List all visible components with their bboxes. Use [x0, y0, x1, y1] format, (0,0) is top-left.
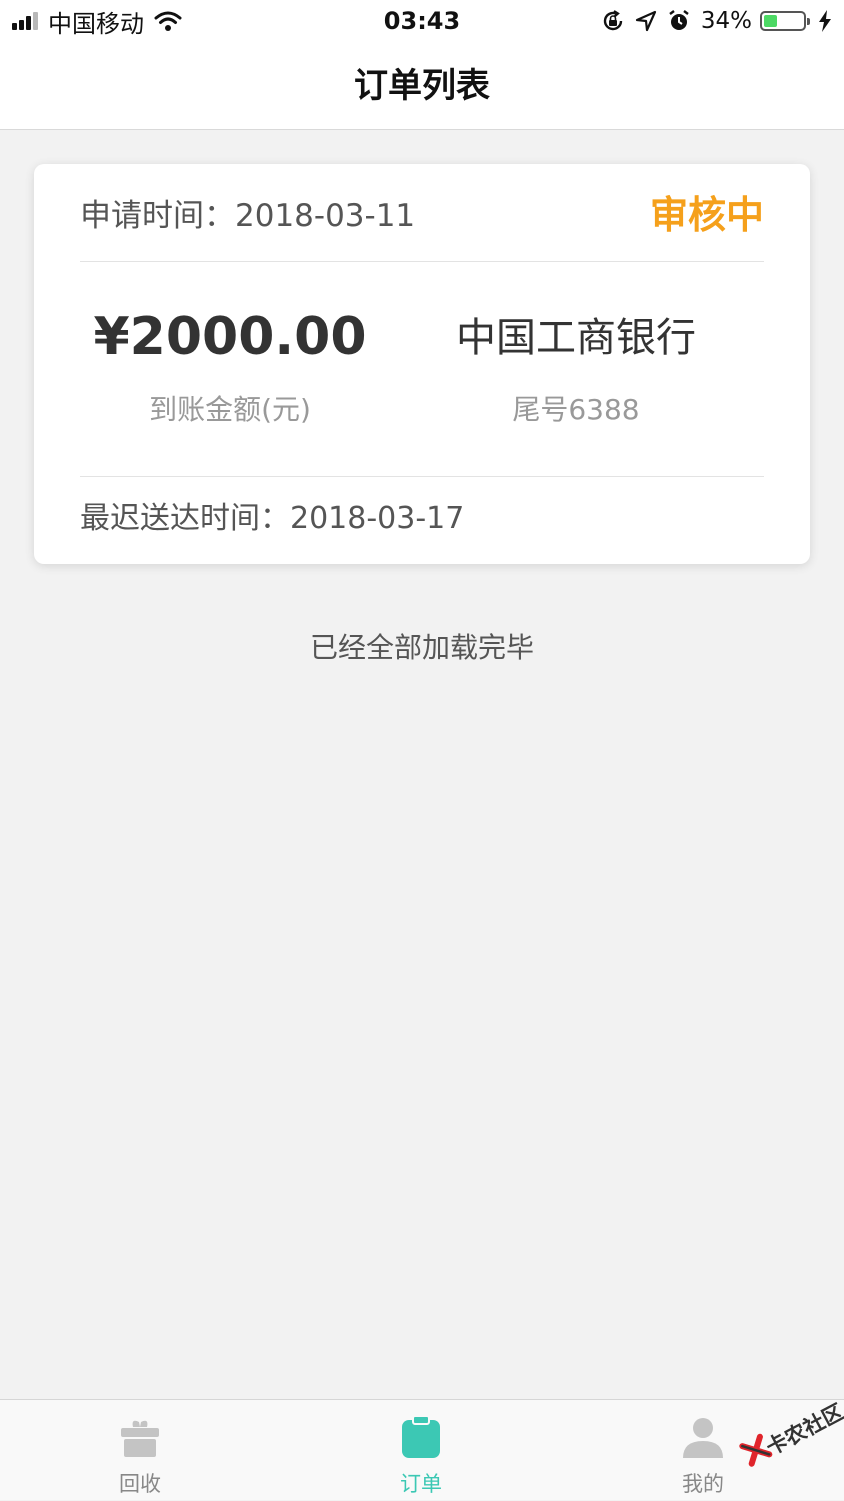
gift-box-icon — [121, 1420, 159, 1457]
tab-mine-label: 我的 — [682, 1472, 724, 1496]
deliver-time-row: 最迟送达时间：2018-03-17 — [80, 497, 464, 541]
battery-icon — [760, 11, 810, 31]
alarm-icon — [669, 10, 689, 30]
tab-orders[interactable]: 订单 — [361, 1400, 481, 1501]
tab-bar: 回收 订单 我的 — [0, 1399, 844, 1500]
clipboard-icon — [402, 1415, 440, 1458]
order-card-footer: 最迟送达时间：2018-03-17 — [80, 476, 764, 565]
charging-bolt-icon — [819, 10, 831, 32]
tab-recycle[interactable]: 回收 — [80, 1400, 200, 1501]
order-card-header: 申请时间：2018-03-11 审核中 — [80, 164, 764, 262]
bank-name: 中国工商银行 — [456, 315, 696, 361]
order-card-body: ¥2000.00 到账金额(元) 中国工商银行 尾号6388 — [34, 262, 810, 476]
page-title: 订单列表 — [354, 66, 490, 106]
location-arrow-icon — [635, 10, 656, 32]
tab-recycle-label: 回收 — [119, 1472, 161, 1496]
status-badge: 审核中 — [649, 193, 764, 237]
card-tail-number: 尾号6388 — [512, 393, 640, 426]
apply-time-row: 申请时间：2018-03-11 — [80, 194, 415, 238]
order-amount: ¥2000.00 — [93, 307, 367, 367]
deliver-time-value: 2018-03-17 — [290, 501, 465, 536]
battery-fill — [764, 15, 777, 27]
user-icon — [683, 1418, 723, 1458]
rotation-lock-icon — [603, 10, 623, 31]
tab-orders-label: 订单 — [400, 1472, 442, 1496]
status-right: 34% — [591, 6, 832, 36]
status-bar: 中国移动 03:43 34% — [0, 0, 844, 44]
apply-time-value: 2018-03-11 — [235, 198, 416, 234]
navigation-bar: 订单列表 — [0, 44, 844, 130]
order-card[interactable]: 申请时间：2018-03-11 审核中 ¥2000.00 到账金额(元) 中国工… — [34, 164, 810, 564]
apply-time-label: 申请时间： — [80, 198, 235, 234]
order-amount-label: 到账金额(元) — [149, 393, 311, 426]
deliver-time-label: 最迟送达时间： — [80, 501, 290, 536]
load-complete-message: 已经全部加载完毕 — [309, 631, 534, 664]
battery-percent: 34% — [700, 8, 752, 34]
